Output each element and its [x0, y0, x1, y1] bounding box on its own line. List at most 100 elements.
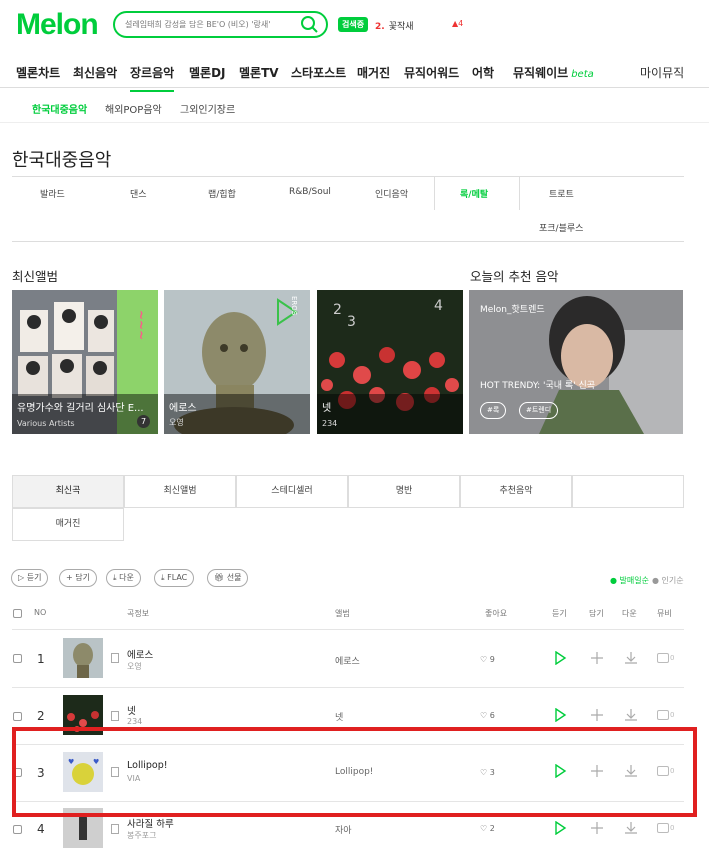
song-album[interactable]: 넷	[335, 710, 343, 723]
tag-rock[interactable]: #록	[480, 402, 507, 419]
genre-dance[interactable]: 댄스	[130, 187, 147, 200]
mv-count: 0	[670, 654, 675, 662]
mv-icon[interactable]	[657, 710, 669, 720]
play-icon[interactable]	[553, 651, 567, 665]
nav-starpost[interactable]: 스타포스트	[291, 64, 346, 81]
nav-award[interactable]: 뮤직어워드	[404, 64, 459, 81]
genre-folk[interactable]: 포크/블루스	[539, 221, 583, 234]
song-artist[interactable]: 봉주포그	[127, 830, 156, 841]
mv-count: 0	[670, 711, 675, 719]
play-all-button[interactable]: ▷ 듣기	[11, 569, 49, 587]
mv-icon[interactable]	[657, 653, 669, 663]
sub-nav: 한국대중음악 해외POP음악 그외인기장르	[0, 89, 709, 123]
tab-recommend[interactable]: 추천음악	[460, 475, 572, 508]
search-input[interactable]: 설레임태희 감성을 담은 BE'O (비오) '랑새'	[125, 19, 270, 30]
tab-steady[interactable]: 스테디셀러	[236, 475, 348, 508]
genre-indie[interactable]: 인디음악	[375, 187, 408, 200]
album-thumb[interactable]	[63, 638, 103, 678]
album-title-2: 에로스	[169, 403, 197, 414]
song-info-icon[interactable]	[111, 711, 119, 721]
nav-wave[interactable]: 뮤직웨이브 beta	[513, 64, 594, 81]
realtime-rank[interactable]: 2. 꽃작새	[375, 19, 414, 32]
subnav-korean[interactable]: 한국대중음악	[32, 101, 87, 116]
song-artist[interactable]: 오영	[127, 661, 142, 672]
tab-classic[interactable]: 명반	[348, 475, 460, 508]
album-card-1[interactable]: ~~~ 유명가수와 길거리 심사단 E... Various Artists 7	[12, 290, 158, 434]
tab-new-songs[interactable]: 최신곡	[12, 475, 124, 508]
svg-text:2: 2	[333, 302, 342, 318]
col-like: 좋아요	[485, 609, 508, 618]
rank-number: 2.	[375, 22, 385, 32]
song-album[interactable]: 에로스	[335, 654, 360, 667]
genre-trot[interactable]: 트로트	[549, 187, 574, 200]
like-button[interactable]: ♡ 6	[480, 711, 495, 720]
genre-rock[interactable]: 록/메탈	[460, 187, 488, 200]
col-play: 듣기	[552, 609, 567, 618]
song-artist[interactable]: 234	[127, 717, 142, 726]
album-title-1: 유명가수와 길거리 심사단 E...	[17, 403, 144, 414]
download-icon[interactable]	[624, 708, 638, 722]
nav-newest[interactable]: 최신음악	[73, 64, 117, 81]
song-title[interactable]: 사라질 하루	[127, 816, 174, 830]
play-icon[interactable]	[553, 821, 567, 835]
row-checkbox[interactable]	[13, 825, 22, 834]
rank-keyword: 꽃작새	[388, 22, 414, 32]
nav-genre[interactable]: 장르음악	[130, 64, 175, 92]
flac-button[interactable]: ⤓ FLAC	[154, 569, 195, 587]
gift-button[interactable]: 🎁︎ 선물	[207, 569, 249, 587]
nav-language[interactable]: 어학	[472, 64, 494, 81]
melon-logo[interactable]: Melon	[16, 8, 99, 42]
download-icon[interactable]	[624, 651, 638, 665]
add-icon[interactable]	[590, 821, 604, 835]
tab-magazine[interactable]: 매거진	[12, 508, 124, 541]
mv-icon[interactable]	[657, 823, 669, 833]
song-title[interactable]: 에로스	[127, 647, 153, 661]
nav-mymusic[interactable]: 마이뮤직	[640, 64, 684, 81]
subnav-other[interactable]: 그외인기장르	[180, 101, 235, 116]
search-icon[interactable]	[300, 15, 320, 35]
song-info-icon[interactable]	[111, 653, 119, 663]
album-overlay-text-2: EROS	[290, 296, 298, 316]
recommend-card[interactable]: Melon_핫트렌드 HOT TRENDY: '국내 록' 신곡 #록 #트렌디	[469, 290, 683, 434]
tab-new-albums[interactable]: 최신앨범	[124, 475, 236, 508]
genre-grid: 발라드 댄스 랩/힙합 R&B/Soul 인디음악 록/메탈 트로트 포크/블루…	[12, 176, 684, 242]
table-row: 1 에로스 오영 에로스 ♡ 9 0	[0, 630, 709, 687]
row-checkbox[interactable]	[13, 712, 22, 721]
album-card-3[interactable]: 2 3 4 넷 234	[317, 290, 463, 434]
add-all-button[interactable]: + 담기	[59, 569, 97, 587]
nav-magazine[interactable]: 매거진	[357, 64, 390, 81]
col-mv: 뮤비	[657, 609, 672, 618]
song-album[interactable]: 자아	[335, 823, 352, 836]
svg-text:3: 3	[347, 314, 356, 330]
like-button[interactable]: ♡ 9	[480, 655, 495, 664]
sort-popular[interactable]: ● 인기순	[652, 575, 684, 586]
mv-count: 0	[670, 824, 675, 832]
like-button[interactable]: ♡ 2	[480, 824, 495, 833]
sort-release[interactable]: ● 발매일순	[610, 575, 649, 586]
nav-chart[interactable]: 멜론차트	[16, 64, 60, 81]
tag-trendy[interactable]: #트렌디	[519, 402, 559, 419]
highlight-box	[12, 727, 697, 817]
song-title[interactable]: 넷	[127, 703, 136, 717]
play-icon[interactable]	[553, 708, 567, 722]
genre-rnb[interactable]: R&B/Soul	[289, 187, 331, 197]
subnav-pop[interactable]: 해외POP음악	[105, 101, 162, 116]
album-artist-1: Various Artists	[17, 419, 75, 428]
download-button[interactable]: ⤓ 다운	[106, 569, 141, 587]
add-icon[interactable]	[590, 708, 604, 722]
col-down: 다운	[622, 609, 637, 618]
album-card-2[interactable]: EROS 에로스 오영	[164, 290, 310, 434]
genre-hiphop[interactable]: 랩/힙합	[208, 187, 236, 200]
latest-album-heading: 최신앨범	[12, 269, 59, 284]
song-info-icon[interactable]	[111, 824, 119, 834]
dj-name[interactable]: Melon_핫트렌드	[480, 302, 545, 315]
nav-dj[interactable]: 멜론DJ	[189, 64, 226, 81]
album-artist-3: 234	[322, 419, 338, 428]
add-icon[interactable]	[590, 651, 604, 665]
select-all-checkbox[interactable]	[13, 609, 22, 618]
genre-ballad[interactable]: 발라드	[40, 187, 65, 200]
row-checkbox[interactable]	[13, 654, 22, 663]
nav-tv[interactable]: 멜론TV	[239, 64, 279, 81]
download-icon[interactable]	[624, 821, 638, 835]
search-box[interactable]: 설레임태희 감성을 담은 BE'O (비오) '랑새'	[113, 11, 328, 38]
